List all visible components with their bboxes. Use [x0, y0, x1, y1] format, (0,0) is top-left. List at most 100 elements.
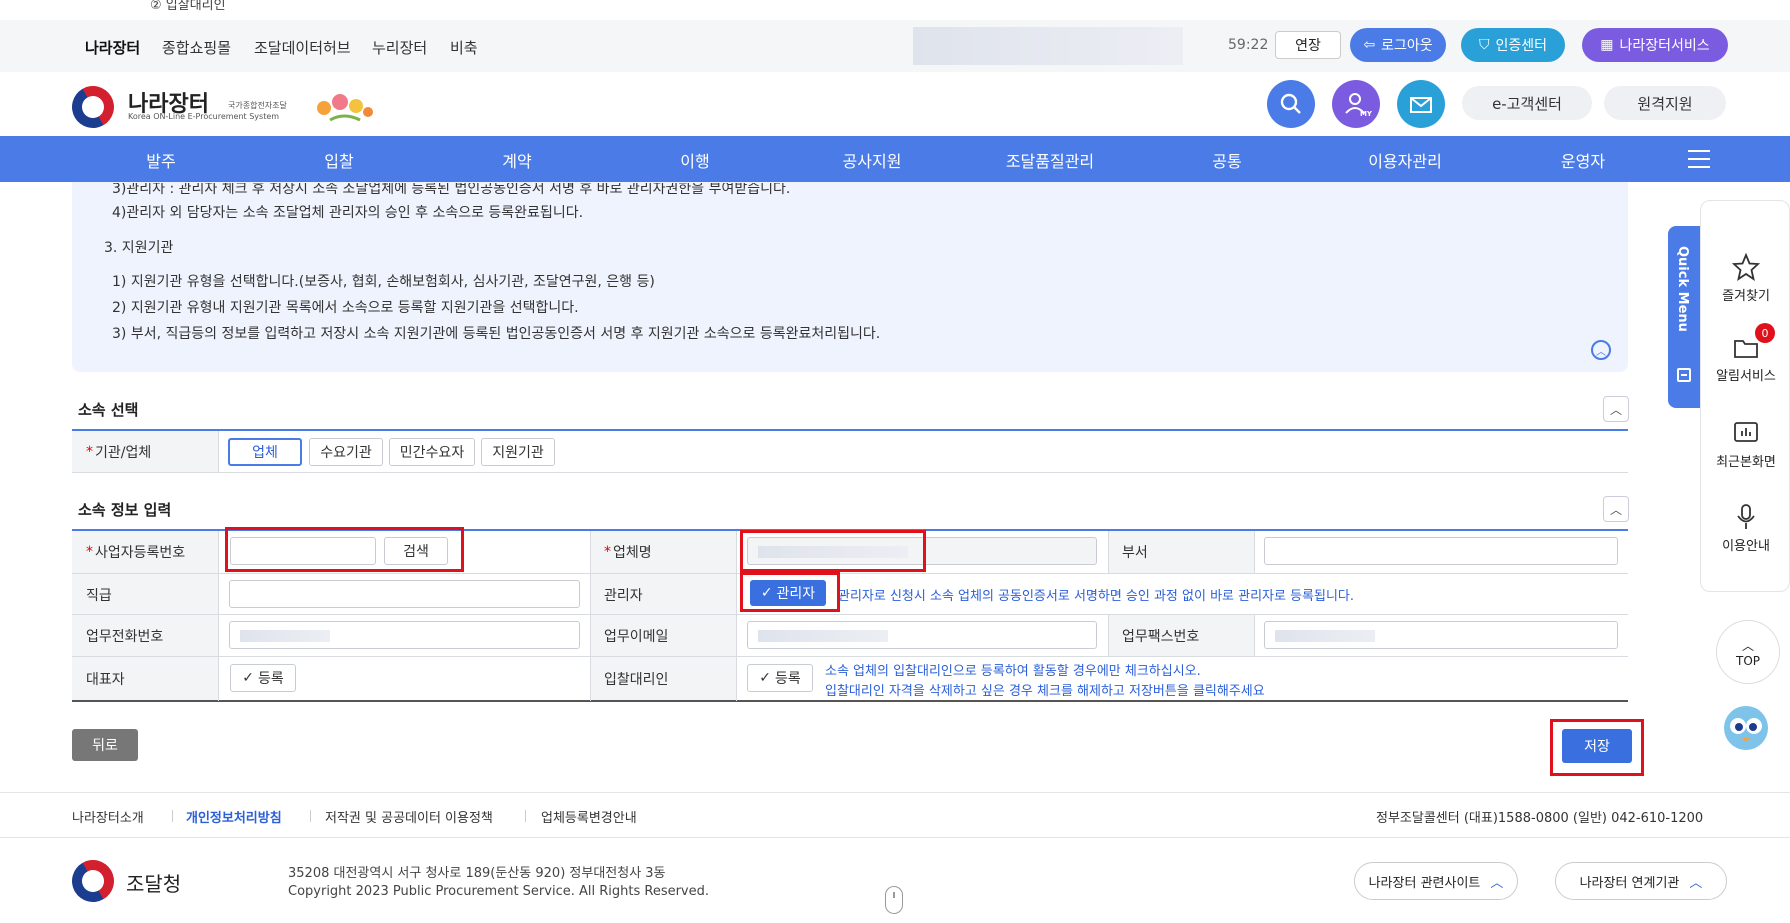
footer-link-privacy[interactable]: 개인정보처리방침	[186, 807, 282, 826]
gnb-performance[interactable]: 이행	[680, 148, 709, 172]
phone-input[interactable]	[229, 621, 580, 649]
notice-line: 3. 지원기관	[104, 240, 174, 256]
gnb-user-admin[interactable]: 이용자관리	[1368, 148, 1442, 172]
row-line	[72, 614, 1628, 615]
cut-heading: ② 입찰대리인	[150, 0, 226, 13]
phone-label: 업무전화번호	[72, 615, 218, 657]
quick-menu-panel: 즐겨찾기 0 알림서비스 최근본화면 이용안내	[1700, 200, 1790, 592]
gnb-construction[interactable]: 공사지원	[843, 148, 902, 172]
admin-label: 관리자	[590, 574, 736, 616]
quick-recent-screens[interactable]: 최근본화면	[1701, 419, 1790, 470]
department-input[interactable]	[1264, 537, 1618, 565]
row-line	[72, 573, 1628, 574]
department-label: 부서	[1108, 531, 1254, 573]
fax-label: 업무팩스번호	[1108, 615, 1254, 657]
footer-link-registration-guide[interactable]: 업체등록변경안내	[541, 807, 637, 826]
star-icon	[1731, 252, 1761, 281]
linked-orgs-dropdown[interactable]: 나라장터 연계기관 ︿	[1555, 862, 1727, 900]
check-icon: ✓	[759, 670, 771, 686]
affiliation-collapse-button[interactable]: ︿	[1603, 396, 1629, 422]
taeguk-logo-icon[interactable]	[64, 78, 122, 136]
topnav-shopping-mall[interactable]: 종합쇼핑몰	[162, 37, 231, 58]
tab-support-org[interactable]: 지원기관	[481, 438, 555, 466]
logout-button[interactable]: ⇦ 로그아웃	[1350, 28, 1446, 62]
customer-center-button[interactable]: e-고객센터	[1462, 86, 1592, 120]
mail-icon	[1410, 97, 1432, 113]
rank-label: 직급	[72, 574, 218, 616]
topnav-nuri[interactable]: 누리장터	[372, 37, 427, 58]
save-button[interactable]: 저장	[1562, 729, 1632, 763]
gnb-contract[interactable]: 계약	[502, 148, 531, 172]
footer-org-name: 조달청	[126, 872, 182, 896]
gnb-quality[interactable]: 조달품질관리	[1006, 148, 1094, 172]
recent-chart-icon	[1734, 422, 1758, 442]
representative-label: 대표자	[72, 657, 218, 701]
pps-logo-icon	[64, 852, 122, 910]
quick-menu-tab[interactable]: Quick Menu	[1668, 226, 1700, 408]
cert-center-button[interactable]: ⛉ 인증센터	[1461, 28, 1565, 62]
chatbot-mascot-icon[interactable]	[1718, 698, 1774, 754]
scroll-top-button[interactable]: ︿ TOP	[1716, 620, 1780, 684]
highlight-company-name	[740, 530, 926, 572]
highlight-biz-no	[225, 527, 464, 572]
session-timer: 59:22	[1228, 37, 1269, 53]
scroll-mouse-icon	[885, 886, 903, 914]
back-button[interactable]: 뒤로	[72, 729, 138, 761]
site-header: 나라장터 국가종합전자조달 Korea ON-Line E-Procuremen…	[0, 72, 1790, 136]
extend-session-button[interactable]: 연장	[1275, 31, 1341, 59]
bid-agent-register-checkbox[interactable]: ✓ 등록	[747, 664, 813, 692]
remote-support-button[interactable]: 원격지원	[1604, 86, 1726, 120]
quick-guide[interactable]: 이용안내	[1701, 503, 1790, 554]
gnb-common[interactable]: 공통	[1212, 148, 1241, 172]
affiliation-section-title: 소속 선택	[78, 401, 139, 419]
quick-menu-minimize-icon[interactable]	[1677, 368, 1691, 382]
mail-button[interactable]	[1397, 80, 1445, 128]
bid-agent-description-1: 소속 업체의 입찰대리인으로 등록하여 활동할 경우에만 체크하십시오.	[825, 664, 1201, 679]
top-utility-bar: 나라장터 종합쇼핑몰 조달데이터허브 누리장터 비축 59:22 연장 ⇦ 로그아…	[0, 20, 1790, 75]
email-label: 업무이메일	[590, 615, 736, 657]
notice-line: 3) 부서, 직급등의 정보를 입력하고 저장시 소속 지원기관에 등록된 법인…	[112, 326, 881, 342]
related-sites-dropdown[interactable]: 나라장터 관련사이트 ︿	[1354, 862, 1518, 900]
fax-input[interactable]	[1264, 621, 1618, 649]
representative-register-checkbox[interactable]: ✓ 등록	[230, 664, 296, 692]
gnb-bid[interactable]: 입찰	[324, 148, 353, 172]
gnb-order[interactable]: 발주	[146, 148, 175, 172]
topnav-stockpile[interactable]: 비축	[450, 37, 478, 58]
notice-line: 1) 지원기관 유형을 선택합니다.(보증사, 협회, 손해보험회사, 심사기관…	[112, 274, 655, 290]
email-input[interactable]	[747, 621, 1097, 649]
tab-demand-org[interactable]: 수요기관	[309, 438, 383, 466]
services-button[interactable]: ▦ 나라장터서비스	[1582, 28, 1728, 62]
quick-favorites[interactable]: 즐겨찾기	[1701, 252, 1790, 304]
topnav-narajangteo[interactable]: 나라장터	[85, 37, 141, 75]
my-page-button[interactable]: MY	[1332, 80, 1380, 128]
chevron-up-icon: ︿	[1689, 875, 1703, 891]
footer-link-copyright-policy[interactable]: 저작권 및 공공데이터 이용정책	[325, 807, 493, 826]
org-type-label: * 기관/업체	[72, 431, 218, 473]
hamburger-menu-icon[interactable]	[1688, 150, 1710, 168]
row-line	[72, 472, 1628, 473]
check-icon: ✓	[242, 670, 254, 686]
tab-company[interactable]: 업체	[228, 438, 302, 466]
chevron-up-icon: ︿	[1490, 875, 1504, 891]
tab-private-demander[interactable]: 민간수요자	[389, 438, 475, 466]
biz-no-label: * 사업자등록번호	[72, 531, 218, 573]
flower-decoration-icon	[310, 90, 376, 126]
footer-link-about[interactable]: 나라장터소개	[72, 807, 144, 826]
info-collapse-button[interactable]: ︿	[1603, 496, 1629, 522]
logo-subtitle-kr: 국가종합전자조달	[228, 101, 287, 110]
admin-description: 관리자로 신청시 소속 업체의 공동인증서로 서명하면 승인 과정 없이 바로 …	[838, 589, 1355, 604]
bid-agent-description-2: 입찰대리인 자격을 삭제하고 싶은 경우 체크를 해제하고 저장버튼을 클릭해주…	[825, 684, 1265, 699]
footer-copyright: Copyright 2023 Public Procurement Servic…	[288, 884, 710, 899]
chevron-up-icon: ︿	[1741, 638, 1754, 653]
notice-collapse-icon[interactable]: ︿	[1591, 340, 1611, 360]
topnav-data-hub[interactable]: 조달데이터허브	[254, 37, 351, 58]
table-bottom-line	[72, 700, 1628, 702]
search-button[interactable]	[1267, 80, 1315, 128]
section-divider	[72, 429, 1628, 431]
rank-input[interactable]	[229, 580, 580, 608]
quick-notifications[interactable]: 0 알림서비스	[1701, 323, 1790, 384]
logout-icon: ⇦	[1363, 37, 1376, 53]
gnb-operator[interactable]: 운영자	[1561, 148, 1605, 172]
footer-contact: 정부조달콜센터 (대표)1588-0800 (일반) 042-610-1200	[1376, 811, 1704, 826]
search-icon	[1280, 93, 1301, 114]
